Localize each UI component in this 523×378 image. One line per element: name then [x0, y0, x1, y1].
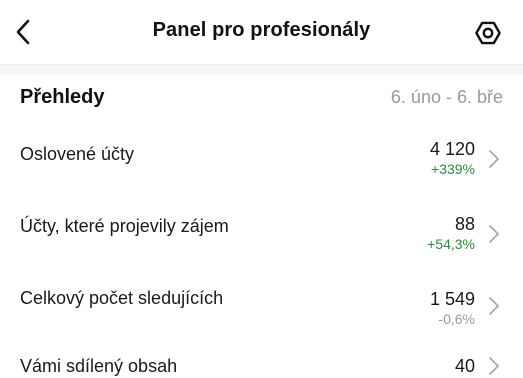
page-title: Panel pro profesionály — [152, 19, 371, 41]
gear-icon — [475, 21, 501, 45]
row-change: -0,6% — [438, 311, 475, 327]
chevron-right-icon — [489, 357, 499, 375]
row-value: 4 120 — [429, 139, 475, 159]
chevron-right-icon — [489, 150, 499, 168]
row-label: Vámi sdílený obsah — [20, 356, 178, 376]
row-value: 40 — [454, 356, 475, 376]
row-value: 88 — [454, 214, 475, 234]
insight-row-content-shared[interactable]: Vámi sdílený obsah 40 — [0, 348, 523, 378]
insight-row-total-followers[interactable]: Celkový počet sledujících 1 549 -0,6% — [0, 278, 523, 340]
row-label: Účty, které projevily zájem — [20, 216, 229, 236]
insight-row-accounts-reached[interactable]: Oslovené účty 4 120 +339% — [0, 128, 523, 190]
row-change: +339% — [431, 161, 475, 177]
chevron-right-icon — [489, 297, 499, 315]
chevron-right-icon — [489, 225, 499, 243]
row-label: Celkový počet sledujících — [20, 288, 224, 308]
top-bar: Panel pro profesionály — [0, 0, 523, 64]
row-label: Oslovené účty — [20, 144, 135, 164]
row-change: +54,3% — [427, 236, 475, 252]
date-range[interactable]: 6. úno - 6. bře — [391, 87, 503, 108]
insight-row-accounts-engaged[interactable]: Účty, které projevily zájem 88 +54,3% — [0, 203, 523, 265]
row-value: 1 549 — [429, 289, 475, 309]
section-title: Přehledy — [20, 86, 105, 108]
settings-button[interactable] — [472, 17, 504, 49]
insights-header: Přehledy 6. úno - 6. bře — [0, 74, 523, 124]
